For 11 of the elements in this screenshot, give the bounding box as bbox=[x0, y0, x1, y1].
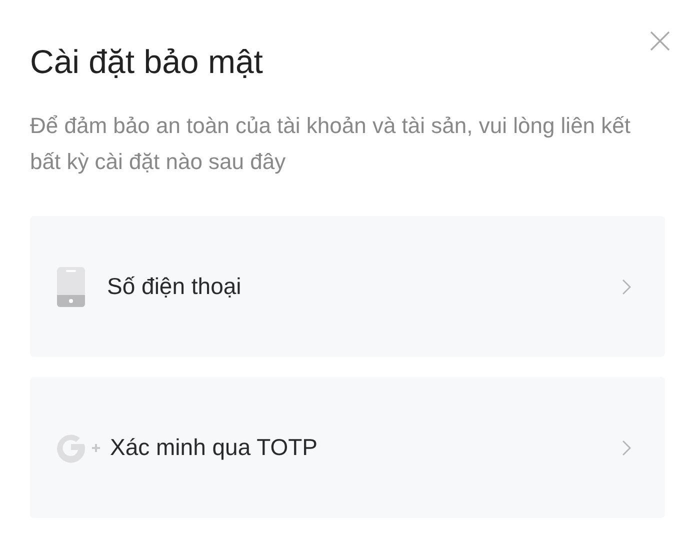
dialog-title: Cài đặt bảo mật bbox=[30, 42, 264, 82]
option-label: Xác minh qua TOTP bbox=[110, 434, 319, 461]
chevron-right-icon bbox=[622, 440, 631, 456]
option-item[interactable]: Xác minh qua TOTP bbox=[30, 377, 665, 518]
chevron-right-icon bbox=[622, 278, 631, 294]
option-label: Số điện thoại bbox=[107, 273, 242, 300]
phone-icon bbox=[56, 266, 86, 308]
option-item[interactable]: Số điện thoại bbox=[30, 216, 665, 357]
google-plus-icon bbox=[56, 432, 102, 462]
close-icon[interactable] bbox=[650, 31, 670, 51]
dialog-description: Để đảm bảo an toàn của tài khoản và tài sản, vui lòng liên kết bất kỳ cài đặt nào sau đây bbox=[30, 112, 632, 176]
